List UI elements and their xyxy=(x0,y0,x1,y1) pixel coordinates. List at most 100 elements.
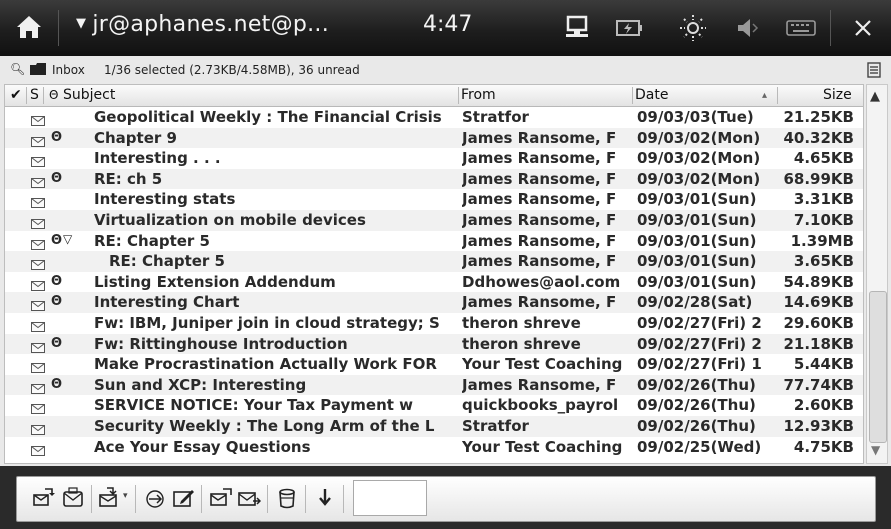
message-size: 1.39MB xyxy=(790,231,854,250)
envelope-icon xyxy=(31,380,45,394)
home-icon[interactable] xyxy=(14,12,48,42)
brightness-icon[interactable] xyxy=(676,14,710,42)
message-from: James Ransome, F xyxy=(462,293,617,312)
network-icon[interactable] xyxy=(560,14,594,42)
message-from: Your Test Coaching xyxy=(462,437,623,456)
account-name: jr@aphanes.net@p... xyxy=(92,12,330,37)
message-date: 09/03/01(Sun) xyxy=(637,231,757,250)
message-row[interactable]: Θ Chapter 9 James Ransome, F 09/03/02(Mon) 4… xyxy=(5,127,863,149)
message-date: 09/03/01(Sun) xyxy=(637,272,757,291)
envelope-icon xyxy=(31,297,45,312)
message-date: 09/02/26(Thu) xyxy=(637,375,756,394)
message-row[interactable]: Θ Listing Extension Addendum Ddhowes@aol.c… xyxy=(5,272,863,293)
message-date: 09/03/02(Mon) xyxy=(637,169,761,188)
search-input[interactable] xyxy=(353,480,427,516)
message-date: 09/03/02(Mon) xyxy=(637,149,761,168)
get-mail-icon[interactable] xyxy=(31,486,55,510)
column-header-attachment[interactable]: Θ xyxy=(49,88,58,102)
message-row[interactable]: RE: Chapter 5 James Ransome, F 09/03/01(Su… xyxy=(5,251,863,272)
vertical-scrollbar[interactable]: ▲ ▼ xyxy=(866,84,888,464)
top-system-bar: ▼ jr@aphanes.net@p... 4:47 xyxy=(0,0,891,56)
envelope-icon xyxy=(31,442,45,456)
selection-info: 1/36 selected (2.73KB/4.58MB), 36 unread xyxy=(104,63,360,77)
column-header-from[interactable]: From xyxy=(461,87,496,103)
message-size: 3.31KB xyxy=(793,190,854,209)
message-size: 2.60KB xyxy=(793,396,854,415)
forward-icon[interactable] xyxy=(143,486,167,510)
message-row[interactable]: Θ Interesting Chart James Ransome, F 09/02/… xyxy=(5,292,863,313)
column-header-size[interactable]: Size xyxy=(823,87,852,103)
message-list-header: ✔ S Θ Subject From Date ▴ Size xyxy=(5,85,863,107)
message-row[interactable]: Ace Your Essay Questions Your Test Coachi… xyxy=(5,437,863,458)
message-date: 09/02/25(Wed) xyxy=(637,437,762,456)
message-row[interactable]: Security Weekly : The Long Arm of the L S… xyxy=(5,415,863,437)
message-row[interactable]: Θ Sun and XCP: Interesting James Ransome, … xyxy=(5,374,863,396)
column-header-subject[interactable]: Subject xyxy=(63,87,115,103)
message-size: 5.44KB xyxy=(793,355,854,374)
column-divider xyxy=(26,87,27,104)
message-date: 09/03/01(Sun) xyxy=(637,252,757,271)
scroll-down-icon[interactable]: ▼ xyxy=(871,443,880,457)
delete-icon[interactable] xyxy=(275,486,299,510)
message-subject: Security Weekly : The Long Arm of the L xyxy=(94,416,435,435)
message-size: 40.32KB xyxy=(783,128,854,147)
message-row[interactable]: Interesting stats James Ransome, F 09/03/0… xyxy=(5,189,863,210)
menu-icon[interactable] xyxy=(867,62,881,78)
attachment-icon: Θ xyxy=(51,376,63,392)
message-row[interactable]: Θ Fw: Rittinghouse Introduction theron shr… xyxy=(5,333,863,355)
message-subject: RE: Chapter 5 xyxy=(94,231,210,250)
message-row[interactable]: Θ RE: ch 5 James Ransome, F 09/03/02(Mon) 68… xyxy=(5,168,863,190)
message-subject: Interesting . . . xyxy=(94,149,221,168)
reply-icon[interactable] xyxy=(97,486,121,510)
message-from: James Ransome, F xyxy=(462,149,617,168)
battery-icon[interactable] xyxy=(612,14,646,42)
close-icon[interactable] xyxy=(846,14,880,42)
send-icon[interactable] xyxy=(209,486,233,510)
dropdown-arrow-icon[interactable]: ▾ xyxy=(123,491,128,501)
next-icon[interactable] xyxy=(313,486,337,510)
message-row[interactable]: Θ ▽ RE: Chapter 5 James Ransome, F 09/03/01(… xyxy=(5,231,863,252)
message-row[interactable]: Interesting . . . James Ransome, F 09/03/0… xyxy=(5,148,863,169)
message-subject: Ace Your Essay Questions xyxy=(94,437,311,456)
envelope-icon xyxy=(31,133,45,147)
column-header-date[interactable]: Date xyxy=(635,87,668,103)
envelope-icon xyxy=(31,359,45,374)
message-row[interactable]: Make Procrastination Actually Work FOR Yo… xyxy=(5,354,863,375)
column-divider xyxy=(777,87,778,104)
folder-status-line: 🔍︎ Inbox 1/36 selected (2.73KB/4.58MB), … xyxy=(0,58,891,82)
column-header-status[interactable]: S xyxy=(30,87,39,103)
message-size: 3.65KB xyxy=(793,252,854,271)
send-receive-icon[interactable] xyxy=(237,486,262,510)
scroll-up-icon[interactable]: ▲ xyxy=(870,89,880,104)
attachment-icon: Θ xyxy=(51,294,63,310)
message-rows: Geopolitical Weekly : The Financial Cris… xyxy=(5,107,863,457)
edit-icon[interactable] xyxy=(171,486,195,510)
message-from: James Ransome, F xyxy=(462,210,617,229)
envelope-icon xyxy=(31,318,45,332)
divider xyxy=(135,485,136,513)
column-header-check[interactable]: ✔ xyxy=(10,87,22,103)
compose-icon[interactable] xyxy=(61,486,85,510)
keyboard-icon[interactable] xyxy=(784,14,818,42)
account-selector[interactable]: ▼ jr@aphanes.net@p... xyxy=(76,12,329,37)
search-icon[interactable]: 🔍︎ xyxy=(10,62,25,76)
message-row[interactable]: Virtualization on mobile devices James Ra… xyxy=(5,209,863,231)
thread-expand-icon[interactable]: ▽ xyxy=(63,232,72,246)
message-list: ✔ S Θ Subject From Date ▴ Size Geopoliti… xyxy=(4,84,864,464)
message-size: 68.99KB xyxy=(783,169,854,188)
envelope-icon xyxy=(31,174,45,188)
message-from: James Ransome, F xyxy=(462,190,617,209)
message-size: 4.75KB xyxy=(793,437,854,456)
message-row[interactable]: Geopolitical Weekly : The Financial Cris… xyxy=(5,107,863,128)
scrollbar-thumb[interactable] xyxy=(869,291,887,443)
message-date: 09/02/26(Thu) xyxy=(637,396,756,415)
message-row[interactable]: Fw: IBM, Juniper join in cloud strategy;… xyxy=(5,313,863,334)
envelope-icon xyxy=(31,256,45,271)
volume-icon[interactable] xyxy=(730,14,764,42)
message-row[interactable]: SERVICE NOTICE: Your Tax Payment w quickb… xyxy=(5,395,863,416)
caret-down-icon: ▼ xyxy=(76,16,87,31)
message-date: 09/02/27(Fri) 2 xyxy=(637,334,762,353)
message-size: 21.25KB xyxy=(783,108,854,126)
attachment-icon: Θ xyxy=(51,129,63,145)
divider xyxy=(830,10,831,46)
